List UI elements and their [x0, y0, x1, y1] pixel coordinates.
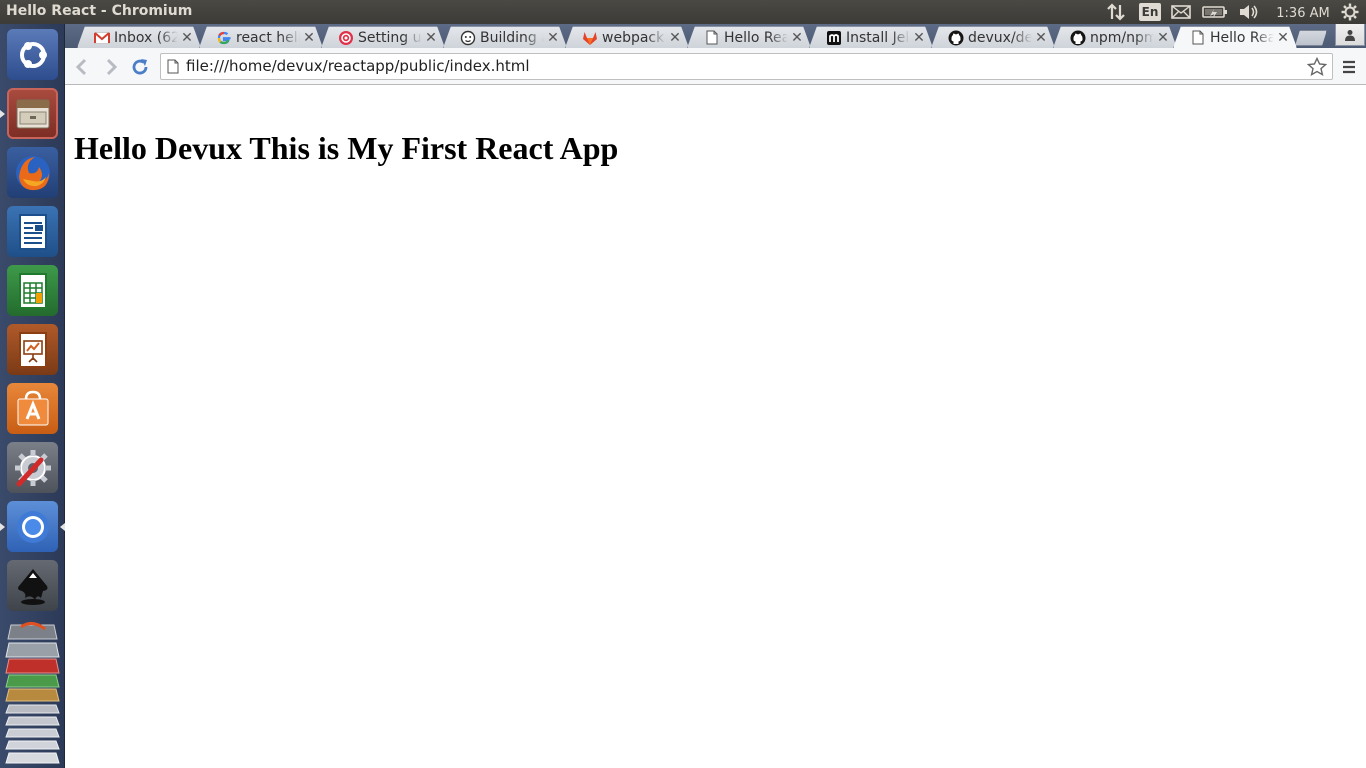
page-icon: [1190, 30, 1206, 46]
close-icon[interactable]: ✕: [790, 30, 804, 46]
keyboard-language-indicator[interactable]: En: [1138, 2, 1162, 22]
close-icon[interactable]: ✕: [546, 30, 560, 46]
launcher: [0, 24, 65, 768]
software-center-launcher[interactable]: [7, 383, 58, 434]
firefox-icon: [15, 155, 50, 190]
tab-devux-github[interactable]: devux/de ✕: [931, 26, 1055, 48]
tab-label: Building a: [480, 29, 544, 46]
url-text[interactable]: file:///home/devux/reactapp/public/index…: [186, 57, 530, 75]
back-arrow-icon: [75, 58, 87, 76]
hamburger-menu-icon: [1343, 60, 1355, 74]
network-transfer-icon[interactable]: [1104, 2, 1128, 22]
file-cabinet-icon: [16, 99, 49, 128]
close-icon[interactable]: ✕: [1034, 30, 1048, 46]
inkscape-icon: [17, 568, 47, 605]
tab-label: Setting up: [358, 29, 422, 46]
chromium-launcher[interactable]: [7, 501, 58, 552]
writer-launcher[interactable]: [7, 206, 58, 257]
tab-label: Hello Rea: [1210, 29, 1274, 46]
running-indicator: [0, 523, 5, 531]
tab-inbox[interactable]: Inbox (62 ✕: [77, 26, 201, 48]
running-indicator: [0, 110, 5, 118]
person-icon: [1345, 29, 1355, 41]
libreoffice-writer-icon: [18, 213, 47, 250]
m-logo-icon: [826, 30, 842, 46]
libreoffice-impress-icon: [18, 331, 47, 368]
forward-button[interactable]: [98, 54, 124, 80]
firefox-launcher[interactable]: [7, 147, 58, 198]
page-content: Hello Devux This is My First React App: [65, 85, 1366, 768]
keyboard-language-icon: En: [1138, 3, 1162, 21]
tab-react-hello[interactable]: react hell ✕: [199, 26, 323, 48]
stacked-apps-icon[interactable]: [5, 617, 60, 767]
menu-button[interactable]: [1336, 54, 1362, 80]
software-center-bag-icon: [17, 390, 48, 425]
settings-wrench-icon: [14, 449, 51, 486]
battery-icon[interactable]: [1202, 2, 1228, 22]
tab-building[interactable]: Building a ✕: [443, 26, 567, 48]
top-panel: Hello React - Chromium En 1:36 AM: [0, 0, 1366, 24]
ubuntu-logo-icon: [19, 41, 47, 68]
reload-button[interactable]: [127, 54, 153, 80]
forward-arrow-icon: [106, 58, 118, 76]
window-title: Hello React - Chromium: [6, 3, 193, 19]
bookmark-star-icon[interactable]: [1306, 56, 1328, 78]
red-target-icon: [338, 30, 354, 46]
github-icon: [1070, 30, 1086, 46]
tab-label: webpack: [602, 29, 665, 46]
dash-home-button[interactable]: [7, 29, 58, 80]
tab-label: Install Jel: [846, 29, 910, 46]
gmail-icon: [94, 30, 110, 46]
tab-strip: Inbox (62 ✕ react hell ✕ Setting up ✕ Bu…: [65, 24, 1366, 48]
gitlab-fox-icon: [582, 30, 598, 46]
close-icon[interactable]: ✕: [1276, 30, 1290, 46]
tab-label: Inbox (62: [114, 29, 178, 46]
tab-label: devux/de: [968, 29, 1032, 46]
close-icon[interactable]: ✕: [180, 30, 194, 46]
github-icon: [948, 30, 964, 46]
tab-setting-up[interactable]: Setting up ✕: [321, 26, 445, 48]
page-heading: Hello Devux This is My First React App: [74, 130, 619, 166]
volume-icon[interactable]: [1237, 2, 1261, 22]
tab-label: Hello Reac: [724, 29, 782, 46]
close-icon[interactable]: ✕: [424, 30, 438, 46]
close-icon[interactable]: ✕: [302, 30, 316, 46]
mail-icon[interactable]: [1170, 2, 1192, 22]
libreoffice-calc-icon: [18, 272, 47, 309]
session-gear-icon[interactable]: [1339, 2, 1361, 22]
tab-npm-github[interactable]: npm/npm ✕: [1053, 26, 1177, 48]
tab-install-jekyll[interactable]: Install Jel ✕: [809, 26, 933, 48]
close-icon[interactable]: ✕: [912, 30, 926, 46]
tab-label: npm/npm: [1090, 29, 1154, 46]
inkscape-launcher[interactable]: [7, 560, 58, 611]
google-icon: [216, 30, 232, 46]
profile-button[interactable]: [1335, 24, 1365, 46]
tab-hello-react-1[interactable]: Hello Reac ✕: [687, 26, 811, 48]
chromium-icon: [16, 510, 49, 543]
tab-webpack[interactable]: webpack ✕: [565, 26, 689, 48]
close-icon[interactable]: ✕: [1156, 30, 1170, 46]
browser-toolbar: file:///home/devux/reactapp/public/index…: [65, 48, 1366, 85]
impress-launcher[interactable]: [7, 324, 58, 375]
system-settings-launcher[interactable]: [7, 442, 58, 493]
calc-launcher[interactable]: [7, 265, 58, 316]
reload-icon: [132, 59, 148, 75]
tab-hello-react-active[interactable]: Hello Rea ✕: [1173, 26, 1297, 48]
tab-label: react hell: [236, 29, 300, 46]
clock[interactable]: 1:36 AM: [1272, 3, 1334, 23]
close-icon[interactable]: ✕: [668, 30, 682, 46]
back-button[interactable]: [69, 54, 95, 80]
monkey-face-icon: [460, 30, 476, 46]
new-tab-button[interactable]: [1295, 30, 1327, 46]
address-bar[interactable]: file:///home/devux/reactapp/public/index…: [160, 53, 1333, 80]
page-icon: [167, 59, 179, 78]
files-launcher[interactable]: [7, 88, 58, 139]
page-icon: [704, 30, 720, 46]
